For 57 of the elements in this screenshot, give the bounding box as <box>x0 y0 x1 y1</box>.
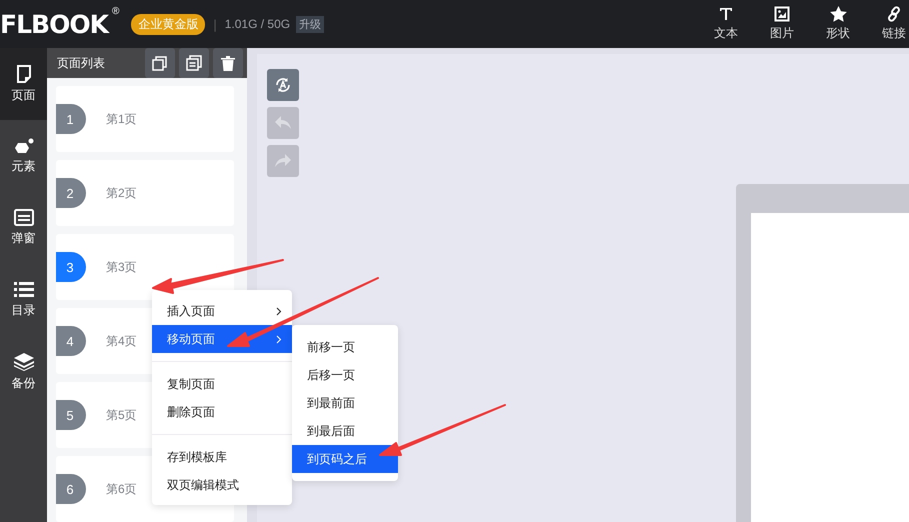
sidebar-tab[interactable]: 页面 <box>0 48 47 120</box>
panel-title: 页面列表 <box>57 54 106 72</box>
page-number-badge: 3 <box>56 252 86 282</box>
page-label: 第3页 <box>106 258 137 276</box>
undo-icon <box>274 115 292 131</box>
page-thumbnail-card[interactable]: 2 第2页 <box>56 160 234 226</box>
upgrade-button[interactable]: 升级 <box>296 16 324 32</box>
menu-item[interactable]: 后移一页 <box>292 361 398 389</box>
list-icon <box>14 281 34 298</box>
page-label: 第1页 <box>106 110 137 128</box>
menu-item[interactable]: 到最后面 <box>292 417 398 445</box>
copy-icon <box>152 55 168 71</box>
text-icon <box>718 6 734 22</box>
image-icon <box>774 6 790 22</box>
toolbar-button[interactable]: 文本 <box>714 25 738 42</box>
duplicate-button[interactable] <box>179 48 209 78</box>
star-icon <box>830 6 846 22</box>
chevron-right-icon <box>276 334 282 344</box>
menu-item[interactable]: 到页码之后 <box>292 445 398 473</box>
page-number-badge: 4 <box>56 326 86 356</box>
menu-item[interactable]: 移动页面 <box>152 325 292 353</box>
sidebar-tab[interactable]: 备份 <box>0 336 47 408</box>
page-label: 第4页 <box>106 332 137 350</box>
edition-badge: 企业黄金版 <box>131 14 206 34</box>
rotate-text-icon <box>274 76 292 94</box>
window-icon <box>14 209 34 226</box>
menu-item[interactable]: 前移一页 <box>292 333 398 361</box>
page-number-badge: 6 <box>56 474 86 504</box>
toolbar-button[interactable]: 链接 <box>882 25 906 42</box>
layers-icon <box>14 352 34 370</box>
page-number-badge: 5 <box>56 400 86 430</box>
hexagon-icon <box>14 138 34 154</box>
page-label: 第2页 <box>106 184 137 202</box>
delete-button[interactable] <box>213 48 243 78</box>
menu-item[interactable]: 到最前面 <box>292 389 398 417</box>
registered-mark: ® <box>112 6 120 17</box>
link-icon <box>886 6 902 22</box>
page-number-badge: 2 <box>56 178 86 208</box>
storage-usage: 1.01G / 50G <box>224 17 290 31</box>
logo: FLBOOK <box>0 12 108 36</box>
chevron-right-icon <box>276 306 282 316</box>
toolbar-button[interactable]: 形状 <box>826 25 850 42</box>
document-copy-icon <box>186 55 202 71</box>
sidebar-tab[interactable]: 元素 <box>0 120 47 192</box>
redo-icon <box>274 153 292 169</box>
sidebar-tab[interactable]: 弹窗 <box>0 192 47 264</box>
page-label: 第5页 <box>106 406 137 424</box>
trash-icon <box>221 55 235 71</box>
sidebar-tab[interactable]: 目录 <box>0 264 47 336</box>
separator: | <box>213 16 217 32</box>
toolbar-button[interactable]: 图片 <box>770 25 794 42</box>
page-label: 第6页 <box>106 480 137 498</box>
page-number-badge: 1 <box>56 104 86 134</box>
copy-button[interactable] <box>145 48 175 78</box>
page-icon <box>16 64 32 82</box>
canvas-tool-button[interactable] <box>267 69 299 101</box>
page-thumbnail-card[interactable]: 1 第1页 <box>56 86 234 152</box>
